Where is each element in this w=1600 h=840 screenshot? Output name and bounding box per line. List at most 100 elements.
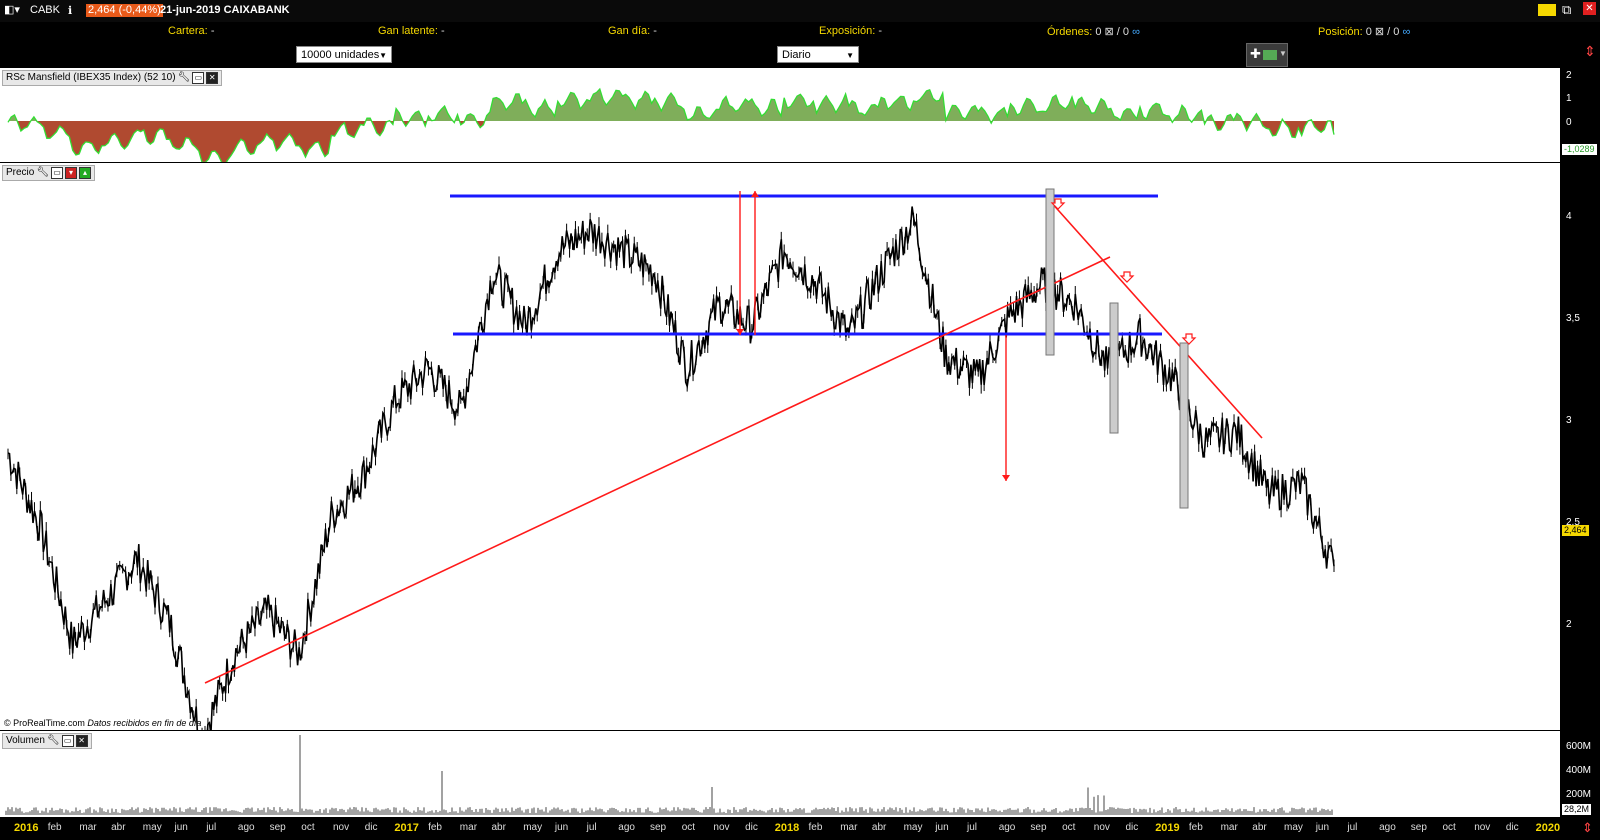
- x-axis-label: nov: [333, 822, 350, 833]
- units-select[interactable]: 10000 unidades ▼: [296, 46, 392, 63]
- posicion-stat: Posición: 0 ⊠ / 0 ∞: [1318, 25, 1410, 38]
- x-axis-label: 2020: [1535, 822, 1561, 834]
- volume-y-label: 600M: [1566, 741, 1592, 752]
- maximize-icon[interactable]: ▭: [192, 72, 205, 84]
- wrench-icon[interactable]: 🔧︎: [47, 734, 60, 748]
- rsc-y-label: 2: [1566, 70, 1572, 81]
- chevron-down-icon: ▼: [846, 51, 854, 60]
- detach-icon[interactable]: ⧉: [1562, 3, 1571, 16]
- chevron-down-icon: ▼: [379, 51, 387, 60]
- gan-dia-value: -: [653, 25, 657, 37]
- rsc-panel-title: RSc Mansfield (IBEX35 Index) (52 10) 🔧︎ …: [2, 70, 223, 86]
- axis-corner: ⇕: [1560, 818, 1600, 840]
- x-axis-label: 2016: [14, 822, 39, 834]
- x-axis-label: 2018: [774, 822, 800, 834]
- volume-y-label: 400M: [1566, 765, 1592, 776]
- gap-rectangle[interactable]: [1109, 302, 1119, 434]
- window-icon[interactable]: ◧▾: [4, 3, 20, 16]
- period-select[interactable]: Diario ▼: [777, 46, 859, 63]
- uptrend-line[interactable]: [204, 256, 1111, 684]
- gap-rectangle[interactable]: [1179, 342, 1189, 509]
- exposicion-stat: Exposición: -: [819, 25, 882, 37]
- account-stats-bar: Cartera: - Gan latente: - Gan día: - Exp…: [0, 22, 1600, 40]
- x-axis-label: jun: [935, 822, 949, 833]
- x-axis-label: may: [903, 822, 923, 833]
- ordenes-label: Órdenes:: [1047, 26, 1093, 38]
- x-axis-label: sep: [1030, 822, 1047, 833]
- x-axis-label: feb: [808, 822, 823, 833]
- price-y-label: 3,5: [1566, 313, 1580, 324]
- zoom-icon[interactable]: ⇕: [1582, 820, 1593, 836]
- date-instrument-label: 21-jun-2019 CAIXABANK: [160, 4, 290, 16]
- posicion-value-2: / 0: [1387, 26, 1400, 38]
- x-axis-label: sep: [650, 822, 667, 833]
- downtrend-line[interactable]: [1049, 200, 1263, 439]
- cartera-value: -: [210, 25, 215, 37]
- x-axis-label: dic: [1125, 822, 1139, 833]
- x-axis-label: dic: [364, 822, 378, 833]
- price-y-label: 2: [1566, 619, 1572, 630]
- x-axis-label: nov: [1474, 822, 1491, 833]
- wrench-icon[interactable]: 🔧︎: [36, 166, 49, 180]
- rsc-current-value-tag: -1,0289: [1562, 144, 1597, 155]
- volume-y-axis: 600M 400M 200M 28,2M: [1560, 731, 1600, 817]
- sell-signal-icon[interactable]: [1119, 271, 1135, 283]
- x-axis-label: feb: [1188, 822, 1203, 833]
- maximize-icon[interactable]: ▭: [51, 167, 64, 179]
- price-panel[interactable]: Precio 🔧︎ ▭ ▾ ▴ © ProRealTime.com Datos …: [0, 163, 1560, 730]
- symbol-label[interactable]: CABK: [30, 4, 60, 16]
- x-axis-label: abr: [871, 822, 887, 833]
- x-axis-label: oct: [301, 822, 315, 833]
- gap-rectangle[interactable]: [1045, 188, 1055, 356]
- x-axis-label: abr: [491, 822, 506, 833]
- measure-arrow-up-head: [751, 191, 759, 197]
- rsc-y-axis: 2 1 0 -1,0289: [1560, 68, 1600, 162]
- maximize-icon[interactable]: ▭: [61, 735, 74, 747]
- close-panel-icon[interactable]: ✕: [206, 72, 219, 84]
- posicion-label: Posición:: [1318, 26, 1363, 38]
- info-icon[interactable]: ℹ: [68, 4, 72, 17]
- rsc-chart: [7, 87, 1335, 162]
- x-axis-label: mar: [459, 822, 478, 833]
- gan-dia-label: Gan día:: [608, 25, 651, 37]
- units-select-value: 10000 unidades: [301, 49, 380, 61]
- x-axis-label: sep: [269, 822, 286, 833]
- wrench-icon[interactable]: 🔧︎: [178, 71, 191, 85]
- x-axis-label: jul: [967, 822, 978, 833]
- gan-latente-stat: Gan latente: -: [378, 25, 445, 37]
- x-axis-label: abr: [1252, 822, 1267, 833]
- sell-icon[interactable]: ▾: [65, 167, 78, 179]
- rsc-mansfield-panel[interactable]: RSc Mansfield (IBEX35 Index) (52 10) 🔧︎ …: [0, 68, 1560, 162]
- price-y-label: 3: [1566, 415, 1572, 426]
- x-axis-label: 2019: [1155, 822, 1180, 834]
- ordenes-link-icon[interactable]: ∞: [1132, 26, 1140, 38]
- x-axis-label: jul: [1347, 822, 1358, 833]
- rsc-y-label: 0: [1566, 117, 1572, 128]
- x-axis-label: jul: [586, 822, 597, 833]
- price-series-line: [7, 206, 1335, 730]
- gan-dia-stat: Gan día: -: [608, 25, 657, 37]
- x-axis-label: nov: [1093, 822, 1110, 833]
- posicion-cancel-icon[interactable]: ⊠: [1375, 26, 1384, 38]
- x-axis-label: jun: [174, 822, 188, 833]
- keyboard-icon[interactable]: [1538, 4, 1556, 16]
- close-icon[interactable]: ✕: [1583, 2, 1596, 15]
- x-axis-label: oct: [1442, 822, 1456, 833]
- price-chart: [7, 188, 1335, 730]
- ordenes-cancel-icon[interactable]: ⊠: [1105, 26, 1114, 38]
- cartera-label: Cartera:: [168, 25, 208, 37]
- close-panel-icon[interactable]: ✕: [75, 735, 88, 747]
- volume-current-value-tag: 28,2M: [1562, 804, 1592, 815]
- x-axis-label: may: [142, 822, 162, 833]
- buy-icon[interactable]: ▴: [79, 167, 92, 179]
- controls-bar: 10000 unidades ▼ Diario ▼ ✚ ▼ ⇕: [0, 40, 1600, 68]
- price-current-value-tag: 2,464: [1562, 525, 1589, 536]
- posicion-link-icon[interactable]: ∞: [1402, 26, 1410, 38]
- volume-panel[interactable]: Volumen 🔧︎ ▭ ✕: [0, 731, 1560, 817]
- chart-tools-button[interactable]: ✚ ▼: [1246, 43, 1288, 67]
- x-axis-label: feb: [47, 822, 62, 833]
- zoom-icon[interactable]: ⇕: [1584, 43, 1596, 60]
- x-axis-label: jun: [554, 822, 569, 833]
- x-axis-label: 2017: [394, 822, 419, 834]
- x-axis-label: mar: [1220, 822, 1238, 833]
